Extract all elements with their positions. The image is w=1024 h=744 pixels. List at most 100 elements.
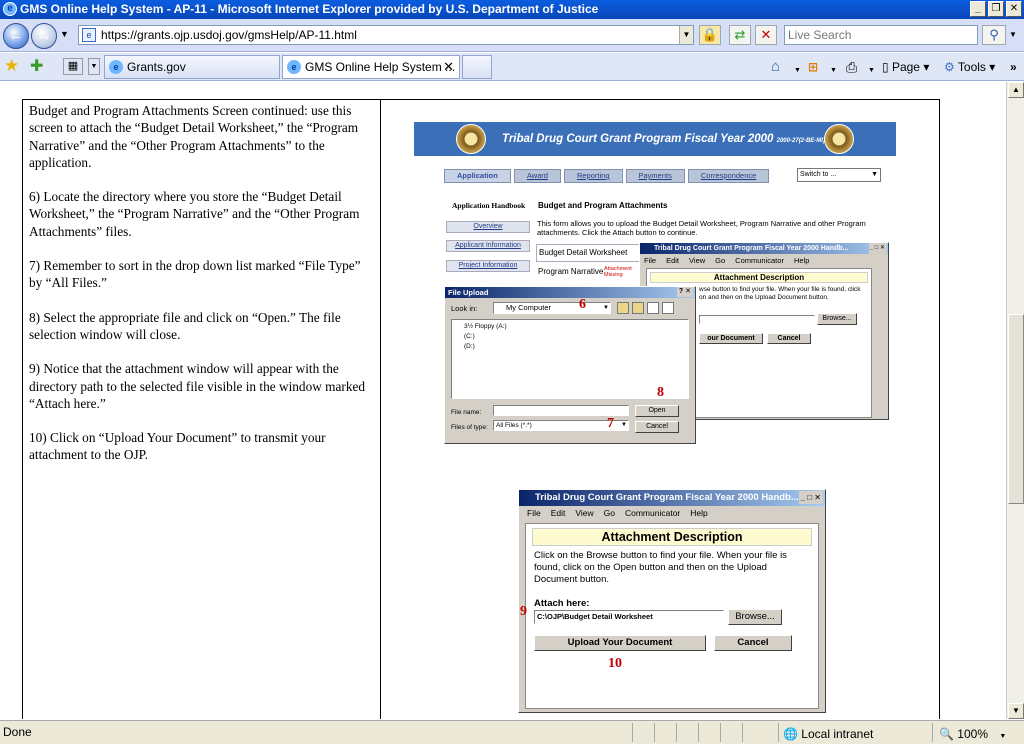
tab-reporting[interactable]: Reporting (563, 169, 623, 183)
lock-icon[interactable]: 🔒 (699, 25, 721, 45)
upload-button[interactable]: our Document (699, 333, 763, 344)
upload-document-button[interactable]: Upload Your Document (534, 635, 706, 651)
security-zone[interactable]: 🌐 Local intranet (778, 723, 930, 742)
feeds-dropdown-icon[interactable]: ▼ (830, 62, 837, 80)
look-in-value: My Computer (506, 303, 552, 312)
scroll-up-icon[interactable]: ▲ (1008, 82, 1024, 98)
status-segment (654, 723, 676, 742)
menu-edit[interactable]: Edit (666, 256, 679, 265)
tab-payments[interactable]: Payments (625, 169, 685, 183)
menu-view[interactable]: View (575, 508, 593, 518)
close-tab-icon[interactable]: ✕ (443, 56, 454, 78)
sidebar-link-project-info[interactable]: Project Information (446, 260, 530, 272)
menu-help[interactable]: Help (794, 256, 809, 265)
cancel-button[interactable]: Cancel (767, 333, 811, 344)
callout-7: 7 (607, 416, 614, 431)
look-in-select[interactable]: My Computer ▼ (493, 302, 611, 314)
browse-button[interactable]: Browse... (817, 313, 857, 325)
print-dropdown-icon[interactable]: ▼ (868, 62, 875, 80)
file-list[interactable]: 3½ Floppy (A:) (C:) (D:) (451, 319, 689, 399)
open-button[interactable]: Open (635, 405, 679, 417)
attach-here-label: Attach here: (534, 598, 590, 609)
search-input[interactable]: Live Search (784, 25, 978, 45)
minimize-button[interactable]: _ (970, 1, 986, 17)
file-cancel-button[interactable]: Cancel (635, 421, 679, 433)
home-icon[interactable]: ⌂ (771, 58, 780, 76)
vertical-scrollbar[interactable]: ▲ ▼ (1006, 82, 1024, 719)
help-close-icons[interactable]: ? ✕ (676, 287, 693, 297)
handbook-label: Application Handbook (452, 201, 526, 210)
status-segment (742, 723, 778, 742)
menu-go[interactable]: Go (715, 256, 725, 265)
list-view-icon[interactable] (647, 302, 659, 314)
tab-application[interactable]: Application (444, 169, 511, 183)
tab-gms-help[interactable]: e GMS Online Help System ... ✕ (282, 55, 460, 79)
sidebar-link-applicant-info[interactable]: Applicant Information (446, 240, 530, 252)
attach-path-field[interactable] (699, 315, 815, 324)
cancel-button[interactable]: Cancel (714, 635, 792, 651)
back-button[interactable]: ← (3, 23, 29, 49)
window-controls-icon[interactable]: _ □ ✕ (868, 243, 886, 254)
drive-d[interactable]: (D:) (464, 342, 688, 352)
address-bar[interactable]: e https://grants.ojp.usdoj.gov/gmsHelp/A… (78, 25, 694, 45)
new-tab-button[interactable] (462, 55, 492, 79)
history-dropdown-icon[interactable]: ▼ (60, 29, 69, 39)
app-nav-tabs: Application Award Reporting Payments Cor… (444, 169, 770, 183)
menu-communicator[interactable]: Communicator (625, 508, 680, 518)
print-icon[interactable]: ⎙ (846, 58, 857, 76)
switch-to-select[interactable]: Switch to ... ▼ (797, 168, 881, 182)
page-doc-icon: ▯ (882, 60, 889, 74)
instructions-column: Budget and Program Attachments Screen co… (29, 102, 373, 481)
screenshot-attachment-window: Tribal Drug Court Grant Program Fiscal Y… (518, 489, 826, 713)
tools-gear-icon: ⚙ (944, 60, 955, 74)
browse-button[interactable]: Browse... (728, 609, 782, 625)
refresh-button[interactable]: ⇄ (729, 25, 751, 45)
toolbar-overflow-icon[interactable]: » (1010, 58, 1017, 76)
window-controls-icon[interactable]: _ □ ✕ (798, 491, 823, 504)
scroll-down-icon[interactable]: ▼ (1008, 703, 1024, 719)
tab-award[interactable]: Award (513, 169, 561, 183)
zoom-level: 100% (957, 727, 988, 741)
tab-list-dropdown-icon[interactable]: ▼ (88, 58, 100, 75)
menu-communicator[interactable]: Communicator (735, 256, 784, 265)
menu-go[interactable]: Go (604, 508, 615, 518)
details-view-icon[interactable] (662, 302, 674, 314)
menu-file[interactable]: File (527, 508, 541, 518)
search-icon[interactable]: ⚲ (982, 25, 1006, 45)
instruction-intro: Budget and Program Attachments Screen co… (29, 103, 359, 170)
tools-menu[interactable]: ⚙ Tools ▾ (944, 58, 995, 76)
search-options-icon[interactable]: ▼ (1009, 30, 1017, 39)
attachment-dialog-menu: File Edit View Go Communicator Help (519, 506, 825, 520)
new-folder-icon[interactable] (632, 302, 644, 314)
favorites-star-icon[interactable]: ★ (4, 56, 19, 76)
page-menu[interactable]: ▯ Page ▾ (882, 58, 929, 76)
zoom-control[interactable]: 🔍 100% ▼ (932, 723, 1022, 742)
menu-help[interactable]: Help (690, 508, 707, 518)
page-menu-label: Page (891, 60, 920, 74)
restore-button[interactable]: ❐ (988, 1, 1004, 17)
scroll-thumb[interactable] (1008, 314, 1024, 504)
add-favorites-icon[interactable]: ✚ (30, 56, 43, 76)
menu-view[interactable]: View (689, 256, 705, 265)
menu-file[interactable]: File (644, 256, 656, 265)
instruction-step-10: 10) Click on “Upload Your Document” to t… (29, 430, 326, 463)
address-dropdown-icon[interactable]: ▼ (679, 26, 693, 44)
attach-path-field[interactable]: C:\OJP\Budget Detail Worksheet (534, 610, 724, 624)
up-folder-icon[interactable] (617, 302, 629, 314)
file-name-input[interactable] (493, 405, 629, 416)
stop-button[interactable]: ✕ (755, 25, 777, 45)
close-window-button[interactable]: ✕ (1006, 1, 1022, 17)
sidebar-link-overview[interactable]: Overview (446, 221, 530, 233)
attachment-desc-heading: Attachment Description (532, 528, 812, 546)
forward-button[interactable]: → (31, 23, 57, 49)
attachment-window-menu: File Edit View Go Communicator Help (640, 254, 888, 267)
home-dropdown-icon[interactable]: ▼ (794, 62, 801, 80)
drive-c[interactable]: (C:) (464, 332, 688, 342)
menu-edit[interactable]: Edit (551, 508, 566, 518)
tab-bar: ★ ✚ ▦ ▼ e Grants.gov e GMS Online Help S… (0, 53, 1024, 81)
tab-grants-gov[interactable]: e Grants.gov (104, 55, 280, 79)
quick-tabs-icon[interactable]: ▦ (63, 58, 83, 75)
tab-correspondence[interactable]: Correspondence (687, 169, 770, 183)
feeds-icon[interactable]: ⊞ (808, 58, 818, 76)
drive-floppy[interactable]: 3½ Floppy (A:) (464, 322, 688, 332)
